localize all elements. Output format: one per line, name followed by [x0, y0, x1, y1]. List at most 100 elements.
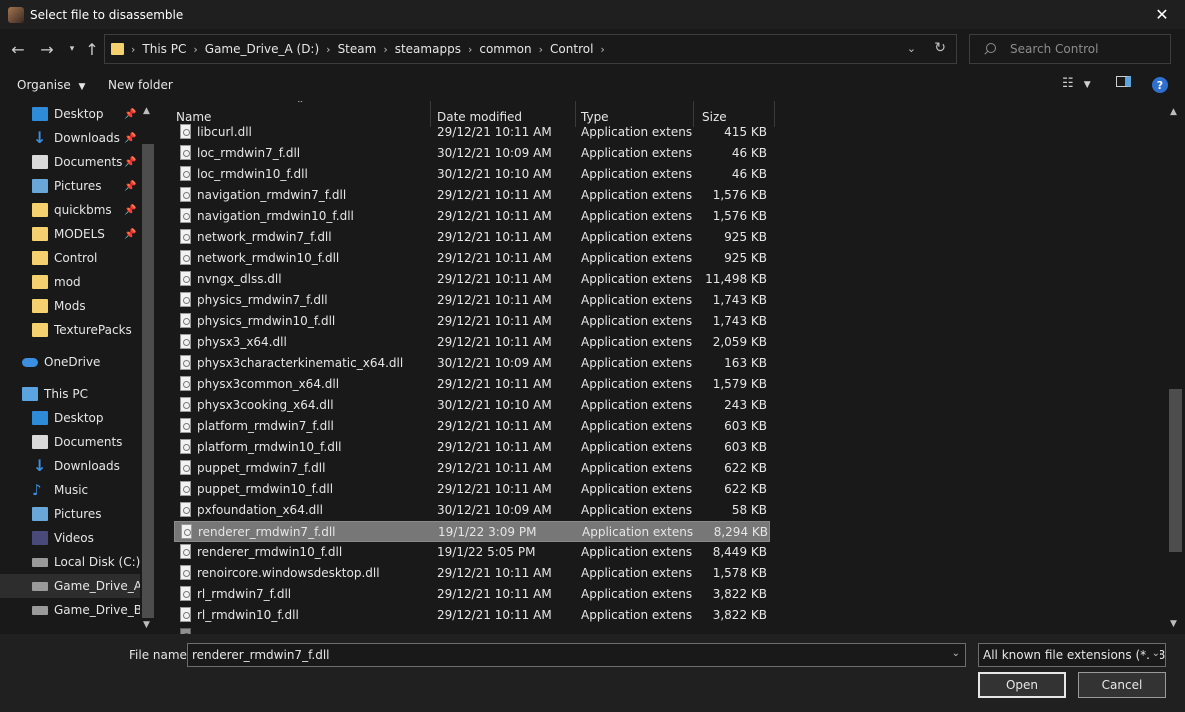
nav-item-game-drive-a[interactable]: Game_Drive_A (D:) — [0, 574, 156, 598]
file-row[interactable]: pxfoundation_x64.dll 30/12/21 10:09 AM App… — [174, 500, 770, 521]
file-row[interactable]: puppet_rmdwin10_f.dll 29/12/21 10:11 AM Ap… — [174, 479, 770, 500]
nav-item-downloads[interactable]: Downloads 📌 — [0, 126, 140, 150]
scroll-down-icon[interactable]: ▼ — [143, 620, 150, 630]
chevron-down-icon[interactable]: ⌄ — [952, 648, 960, 659]
organise-button[interactable]: Organise ▼ — [17, 78, 85, 92]
preview-pane-button[interactable] — [1116, 76, 1131, 91]
file-list-scrollbar-thumb[interactable] — [1169, 389, 1182, 552]
pin-icon[interactable]: 📌 — [124, 157, 136, 168]
file-row[interactable]: physics_rmdwin7_f.dll 29/12/21 10:11 AM Ap… — [174, 290, 770, 311]
column-divider[interactable] — [774, 101, 775, 127]
nav-item-game-drive-b[interactable]: Game_Drive_B (C — [0, 598, 156, 622]
nav-scrollbar-thumb[interactable] — [142, 144, 154, 618]
scroll-up-icon[interactable]: ▲ — [143, 106, 150, 116]
file-row[interactable]: loc_rmdwin7_f.dll 30/12/21 10:09 AM Applic… — [174, 143, 770, 164]
file-row[interactable]: physx3_x64.dll 29/12/21 10:11 AM Applicati… — [174, 332, 770, 353]
nav-item-quickbms[interactable]: quickbms 📌 — [0, 198, 140, 222]
pin-icon[interactable]: 📌 — [124, 181, 136, 192]
forward-button[interactable]: → — [37, 38, 57, 60]
file-row[interactable]: platform_rmdwin7_f.dll 29/12/21 10:11 AM A… — [174, 416, 770, 437]
nav-item-onedrive[interactable]: OneDrive — [0, 350, 140, 374]
file-name-combobox[interactable]: ⌄ — [187, 643, 966, 667]
file-row[interactable]: renderer_rmdwin7_f.dll 19/1/22 3:09 PM App… — [174, 521, 770, 542]
breadcrumb-game-drive-a[interactable]: Game_Drive_A (D:) — [205, 42, 319, 56]
file-name-label: File name: — [129, 648, 191, 662]
file-row[interactable]: physx3cooking_x64.dll 30/12/21 10:10 AM Ap… — [174, 395, 770, 416]
nav-item-pc-downloads[interactable]: Downloads — [0, 454, 140, 478]
file-row[interactable]: puppet_rmdwin7_f.dll 29/12/21 10:11 AM App… — [174, 458, 770, 479]
chevron-right-icon[interactable]: › — [468, 43, 472, 56]
scroll-up-icon[interactable]: ▲ — [1170, 107, 1177, 117]
chevron-down-icon[interactable]: ⌄ — [1149, 648, 1160, 659]
address-bar[interactable]: › This PC › Game_Drive_A (D:) › Steam › … — [104, 34, 957, 64]
scroll-down-icon[interactable]: ▼ — [1170, 619, 1177, 629]
recent-locations-button[interactable]: ▾ — [62, 38, 82, 60]
file-row[interactable]: physx3characterkinematic_x64.dll 30/12/21… — [174, 353, 770, 374]
cancel-button[interactable]: Cancel — [1078, 672, 1166, 698]
nav-item-pc-desktop[interactable]: Desktop — [0, 406, 140, 430]
search-box[interactable] — [969, 34, 1171, 64]
help-icon[interactable]: ? — [1152, 77, 1168, 93]
chevron-right-icon[interactable]: › — [193, 43, 197, 56]
nav-item-pc-videos[interactable]: Videos — [0, 526, 140, 550]
file-list-scrollbar[interactable] — [1167, 101, 1185, 634]
file-row[interactable]: navigation_rmdwin7_f.dll 29/12/21 10:11 A… — [174, 185, 770, 206]
file-row[interactable]: libcurl.dll 29/12/21 10:11 AM Application … — [174, 122, 770, 143]
up-button[interactable]: ↑ — [82, 38, 102, 60]
breadcrumb-steamapps[interactable]: steamapps — [395, 42, 461, 56]
open-button[interactable]: Open — [978, 672, 1066, 698]
pin-icon[interactable]: 📌 — [124, 109, 136, 120]
nav-item-pc-pictures[interactable]: Pictures — [0, 502, 140, 526]
dll-file-icon — [180, 334, 191, 349]
nav-item-pc-documents[interactable]: Documents — [0, 430, 140, 454]
address-dropdown-icon[interactable]: ⌄ — [907, 42, 916, 55]
folder-icon — [32, 227, 48, 241]
nav-item-local-disk-c[interactable]: Local Disk (C:) — [0, 550, 140, 574]
chevron-right-icon[interactable]: › — [383, 43, 387, 56]
file-row[interactable]: physics_rmdwin10_f.dll 29/12/21 10:11 AM A… — [174, 311, 770, 332]
file-row[interactable]: rl_rmdwin7_f.dll 29/12/21 10:11 AM Applica… — [174, 584, 770, 605]
file-type-cell: Application extens... — [581, 419, 693, 433]
file-row[interactable]: rl_rmdwin10_f.dll 29/12/21 10:11 AM Applic… — [174, 605, 770, 626]
nav-item-this-pc[interactable]: This PC — [0, 382, 140, 406]
pin-icon[interactable]: 📌 — [124, 229, 136, 240]
breadcrumb-control[interactable]: Control — [550, 42, 593, 56]
nav-item-texturepacks[interactable]: TexturePacks — [0, 318, 140, 342]
breadcrumb-this-pc[interactable]: This PC — [142, 42, 186, 56]
pin-icon[interactable]: 📌 — [124, 205, 136, 216]
refresh-icon[interactable]: ↻ — [934, 40, 946, 56]
nav-item-models[interactable]: MODELS 📌 — [0, 222, 140, 246]
chevron-right-icon[interactable]: › — [539, 43, 543, 56]
file-row[interactable]: network_rmdwin7_f.dll 29/12/21 10:11 AM Ap… — [174, 227, 770, 248]
close-button[interactable]: ✕ — [1139, 0, 1185, 29]
dll-file-icon — [180, 187, 191, 202]
file-type-select[interactable]: All known file extensions (*.386 ⌄ — [978, 643, 1166, 667]
nav-item-documents[interactable]: Documents 📌 — [0, 150, 140, 174]
search-icon — [984, 43, 996, 55]
nav-item-mods[interactable]: Mods — [0, 294, 140, 318]
pin-icon[interactable]: 📌 — [124, 133, 136, 144]
file-row[interactable]: network_rmdwin10_f.dll 29/12/21 10:11 AM A… — [174, 248, 770, 269]
file-row[interactable]: nvngx_dlss.dll 29/12/21 10:11 AM Applicati… — [174, 269, 770, 290]
file-row-partial[interactable] — [174, 626, 770, 634]
file-row[interactable]: loc_rmdwin10_f.dll 30/12/21 10:10 AM Appli… — [174, 164, 770, 185]
nav-item-desktop[interactable]: Desktop 📌 — [0, 102, 140, 126]
breadcrumb-steam[interactable]: Steam — [338, 42, 377, 56]
file-row[interactable]: platform_rmdwin10_f.dll 29/12/21 10:11 AM… — [174, 437, 770, 458]
view-options-button[interactable]: ☷ ▼ — [1062, 76, 1091, 91]
nav-item-pc-music[interactable]: ♪ Music — [0, 478, 140, 502]
chevron-right-icon[interactable]: › — [326, 43, 330, 56]
file-name-input[interactable] — [192, 648, 932, 662]
back-button[interactable]: ← — [8, 38, 28, 60]
new-folder-button[interactable]: New folder — [108, 78, 173, 92]
file-row[interactable]: renoircore.windowsdesktop.dll 29/12/21 10… — [174, 563, 770, 584]
file-row[interactable]: renderer_rmdwin10_f.dll 19/1/22 5:05 PM Ap… — [174, 542, 770, 563]
nav-item-control[interactable]: Control — [0, 246, 140, 270]
breadcrumb-common[interactable]: common — [479, 42, 531, 56]
search-input[interactable] — [1010, 42, 1170, 56]
file-row[interactable]: physx3common_x64.dll 29/12/21 10:11 AM App… — [174, 374, 770, 395]
file-row[interactable]: navigation_rmdwin10_f.dll 29/12/21 10:11 … — [174, 206, 770, 227]
nav-item-pictures[interactable]: Pictures 📌 — [0, 174, 140, 198]
chevron-right-icon[interactable]: › — [600, 43, 604, 56]
nav-item-mod[interactable]: mod — [0, 270, 140, 294]
